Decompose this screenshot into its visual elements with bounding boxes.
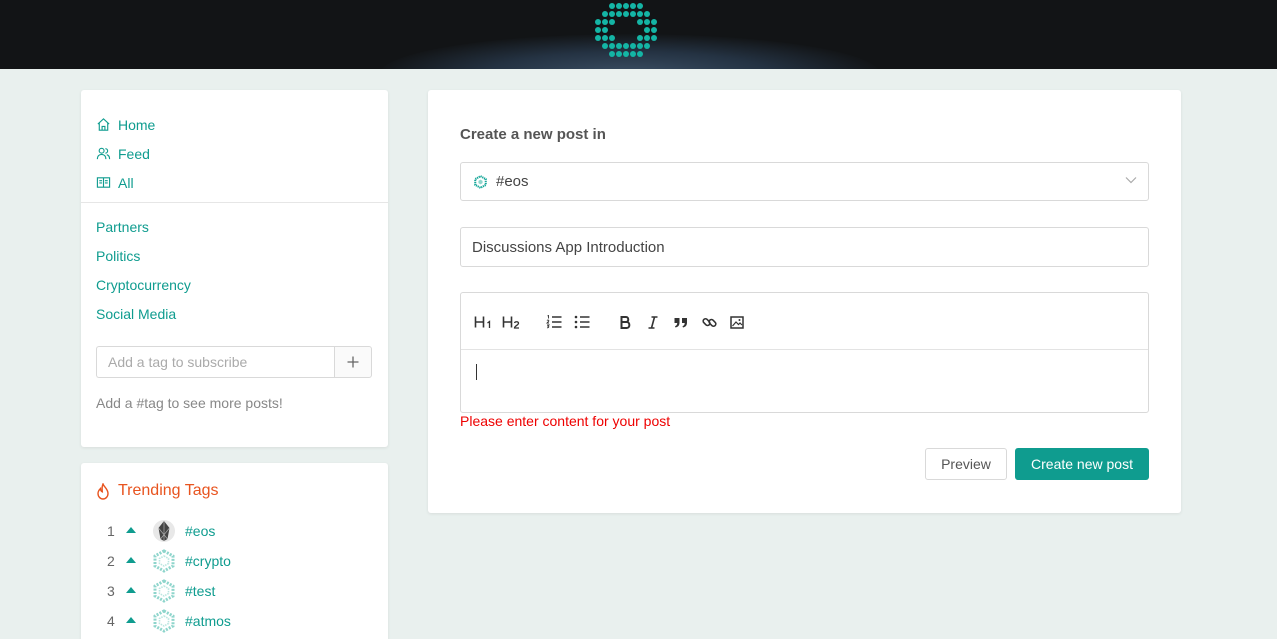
- italic-button[interactable]: [643, 313, 663, 331]
- sidebar-tag-social-media[interactable]: Social Media: [96, 300, 191, 329]
- subscribe-hint: Add a #tag to see more posts!: [96, 395, 283, 411]
- fire-icon: [97, 482, 109, 500]
- list-item[interactable]: 1 #eos: [81, 516, 388, 546]
- trending-tags-card: Trending Tags 1 #eos 2 #crypto 3 #test 4…: [81, 463, 388, 639]
- trending-title-text: Trending Tags: [118, 482, 219, 499]
- post-editor: [460, 292, 1149, 413]
- subscribe-tag-input[interactable]: [96, 346, 334, 378]
- trend-up-icon: [126, 587, 136, 593]
- sidebar-divider: [81, 202, 388, 203]
- dotted-hexagon-icon: [153, 579, 175, 603]
- trending-rank: 2: [107, 553, 115, 569]
- trending-rank: 3: [107, 583, 115, 599]
- italic-icon: [648, 315, 658, 329]
- quote-button[interactable]: [671, 313, 691, 331]
- heading-2-button[interactable]: [501, 313, 521, 331]
- trend-up-icon: [126, 527, 136, 533]
- editor-content-area[interactable]: [461, 350, 1148, 412]
- content-error-message: Please enter content for your post: [460, 413, 671, 429]
- atmos-logo-icon: [595, 3, 657, 57]
- trend-up-icon: [126, 617, 136, 623]
- sidebar-nav-card: Home Feed All Partners Politics Cryptocu…: [81, 90, 388, 447]
- bold-icon: [620, 315, 630, 329]
- sidebar-item-label: Home: [118, 116, 156, 133]
- page-title: Create a new post in: [460, 126, 606, 143]
- sidebar-nav: Home Feed All: [96, 110, 155, 197]
- link-button[interactable]: [699, 313, 719, 331]
- home-icon: [97, 118, 110, 131]
- subscribed-tags: Partners Politics Cryptocurrency Social …: [96, 213, 191, 329]
- trending-rank: 4: [107, 613, 115, 629]
- bullet-list-button[interactable]: [572, 313, 592, 331]
- trending-title: Trending Tags: [96, 482, 219, 500]
- sidebar-item-label: All: [118, 174, 134, 191]
- sidebar-item-feed[interactable]: Feed: [96, 139, 155, 168]
- sidebar-tag-cryptocurrency[interactable]: Cryptocurrency: [96, 271, 191, 300]
- eos-logo-icon: [153, 520, 175, 542]
- post-title-input[interactable]: [460, 227, 1149, 267]
- trending-tag-link[interactable]: #atmos: [185, 613, 231, 629]
- link-icon: [701, 317, 717, 327]
- image-icon: [730, 315, 744, 329]
- chevron-down-icon: [1125, 177, 1137, 184]
- heading-1-icon: [474, 316, 490, 328]
- bullet-list-icon: [574, 315, 590, 329]
- sidebar-item-home[interactable]: Home: [96, 110, 155, 139]
- trending-tag-link[interactable]: #eos: [185, 523, 215, 539]
- create-post-button[interactable]: Create new post: [1015, 448, 1149, 480]
- trending-list: 1 #eos 2 #crypto 3 #test 4 #atmos: [81, 516, 388, 636]
- list-item[interactable]: 3 #test: [81, 576, 388, 606]
- subscribe-tag-button[interactable]: [334, 346, 372, 378]
- image-button[interactable]: [727, 313, 747, 331]
- trending-tag-link[interactable]: #test: [185, 583, 215, 599]
- heading-1-button[interactable]: [473, 313, 493, 331]
- heading-2-icon: [502, 316, 519, 329]
- trending-tag-link[interactable]: #crypto: [185, 553, 231, 569]
- ordered-list-icon: [546, 315, 562, 329]
- dotted-hexagon-icon: [153, 609, 175, 633]
- plus-icon: [347, 356, 359, 368]
- book-icon: [96, 177, 111, 188]
- sidebar-item-label: Feed: [118, 145, 150, 162]
- dotted-hexagon-icon: [474, 174, 487, 189]
- list-item[interactable]: 4 #atmos: [81, 606, 388, 636]
- list-item[interactable]: 2 #crypto: [81, 546, 388, 576]
- sidebar-tag-partners[interactable]: Partners: [96, 213, 191, 242]
- tag-select[interactable]: #eos: [460, 162, 1149, 201]
- trend-up-icon: [126, 557, 136, 563]
- preview-button[interactable]: Preview: [925, 448, 1007, 480]
- bold-button[interactable]: [615, 313, 635, 331]
- trending-rank: 1: [107, 523, 115, 539]
- quote-icon: [674, 317, 687, 327]
- sidebar-item-all[interactable]: All: [96, 168, 155, 197]
- create-post-card: Create a new post in #eos Discussions Ap…: [428, 90, 1181, 513]
- editor-toolbar: [461, 293, 1148, 350]
- selected-tag: #eos: [496, 173, 529, 190]
- header-banner: [0, 0, 1277, 69]
- ordered-list-button[interactable]: [544, 313, 564, 331]
- dotted-hexagon-icon: [153, 549, 175, 573]
- users-icon: [96, 147, 111, 160]
- subscribe-tag-form: [96, 346, 372, 378]
- text-caret: [476, 364, 477, 380]
- sidebar-tag-politics[interactable]: Politics: [96, 242, 191, 271]
